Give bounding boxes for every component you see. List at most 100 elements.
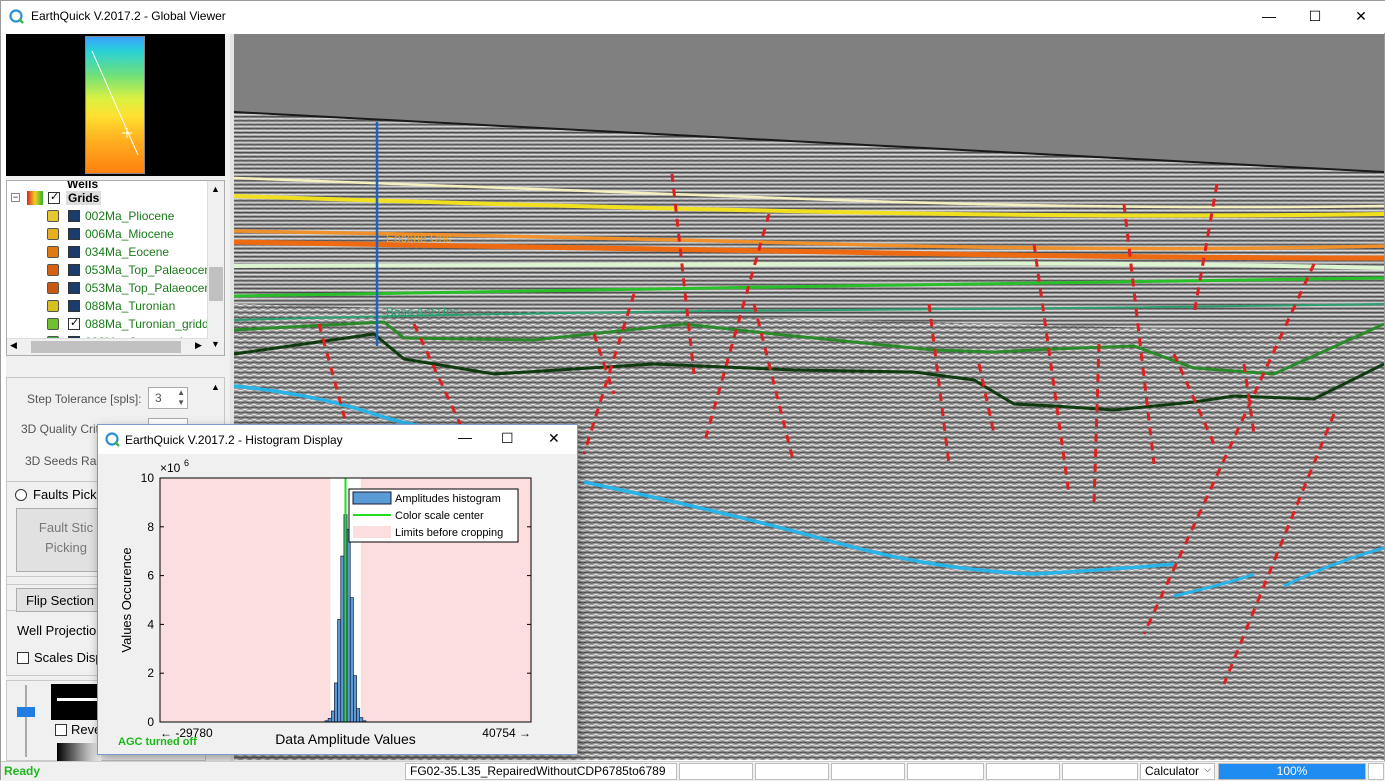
status-cell (679, 763, 753, 780)
status-cell (1368, 763, 1384, 780)
minimap-grid-image (85, 36, 145, 174)
tree-item-grids[interactable]: − Grids (7, 189, 207, 207)
close-button[interactable]: ✕ (1338, 1, 1384, 31)
grid-visibility-checkbox[interactable] (68, 264, 80, 276)
scroll-up-icon[interactable]: ▲ (211, 184, 220, 194)
grid-visibility-checkbox[interactable] (68, 282, 80, 294)
scroll-up-icon[interactable]: ▲ (211, 382, 220, 392)
tree-item-label: 034Ma_Eocene (85, 245, 170, 259)
section-line-icon (91, 50, 139, 156)
flip-section-button[interactable]: Flip Section (16, 588, 104, 612)
y-tick-label: 8 (147, 520, 154, 534)
minimize-button[interactable]: — (1246, 1, 1292, 31)
tree-item-grid[interactable]: 088Ma_Turonian_gridd (7, 315, 209, 333)
maximize-icon[interactable]: ☐ (501, 430, 514, 447)
quality-criterion-label: 3D Quality Crit (21, 422, 100, 436)
histogram-bar (359, 717, 364, 723)
progress-bar: 100% (1218, 763, 1366, 780)
scales-display-label: Scales Disp (34, 650, 103, 665)
histogram-window-title: EarthQuick V.2017.2 - Histogram Display (125, 433, 343, 447)
faults-picking-label: Faults Pick (33, 487, 97, 502)
gain-slider[interactable] (15, 685, 39, 757)
agc-status-label: AGC turned off (118, 736, 197, 748)
scroll-left-icon[interactable]: ◀ (10, 340, 17, 351)
close-icon[interactable]: ✕ (548, 430, 560, 447)
grid-cube-icon (47, 282, 59, 294)
tree-item-grid[interactable]: 034Ma_Eocene (7, 243, 207, 261)
grid-cube-icon (47, 318, 59, 330)
maximize-button[interactable]: ☐ (1292, 1, 1338, 31)
maximize-icon: ☐ (1308, 7, 1322, 24)
step-tolerance-label: Step Tolerance [spls]: (27, 392, 142, 406)
y-tick-label: 2 (147, 666, 154, 680)
spin-down-icon[interactable]: ▼ (177, 398, 185, 407)
y-tick-label: 10 (141, 471, 155, 485)
tree-item-label: 053Ma_Top_Palaeocene (85, 281, 218, 295)
faults-radio[interactable] (15, 489, 27, 501)
calculator-label: Calculator (1145, 764, 1200, 778)
tree-item-grid[interactable]: 088Ma_Turonian (7, 297, 207, 315)
scroll-thumb[interactable] (31, 341, 181, 353)
tree-item-label: 088Ma_Turonian_gridd (85, 317, 209, 331)
reverse-checkbox[interactable] (55, 724, 67, 736)
calculator-dropdown[interactable]: Calculator ⌵ (1140, 763, 1215, 780)
spin-up-icon[interactable]: ▲ (177, 388, 185, 397)
ready-status: Ready (4, 764, 41, 778)
y-multiplier-label: ×10 (160, 461, 181, 475)
histogram-dialog[interactable]: EarthQuick V.2017.2 - Histogram Display … (97, 424, 578, 755)
y-tick-label: 6 (147, 569, 154, 583)
grids-checkbox[interactable] (48, 190, 60, 204)
earthquick-logo-icon (105, 432, 120, 447)
grid-visibility-checkbox[interactable] (68, 300, 80, 312)
grid-cube-icon (47, 300, 59, 312)
tree-item-grid[interactable]: 006Ma_Miocene (7, 225, 207, 243)
status-cell (1062, 763, 1138, 780)
collapse-icon[interactable]: − (11, 193, 20, 202)
grayscale-colormap[interactable] (57, 743, 101, 761)
grid-visibility-checkbox[interactable] (68, 316, 80, 330)
grid-cube-icon (47, 264, 59, 276)
tree-horizontal-scrollbar[interactable]: ◀ ▶ (7, 338, 208, 355)
minimize-icon[interactable]: — (458, 429, 472, 445)
tree-item-label: 006Ma_Miocene (85, 227, 174, 241)
horizon-label: Base Apt Unc (386, 305, 459, 319)
minimize-icon: — (1262, 8, 1276, 24)
close-icon: ✕ (1355, 7, 1367, 24)
status-cell (755, 763, 829, 780)
x-max-label: 40754 → (482, 726, 531, 740)
scales-display-checkbox[interactable] (17, 652, 29, 664)
grid-visibility-checkbox[interactable] (68, 246, 80, 258)
tree-vertical-scrollbar[interactable]: ▲ ▼ (207, 181, 224, 355)
legend-label: Limits before cropping (395, 527, 503, 539)
y-tick-label: 0 (147, 715, 154, 729)
grid-cube-icon (47, 210, 59, 222)
legend-label: Color scale center (395, 510, 484, 522)
legend-swatch-crop (353, 526, 391, 538)
x-axis-label: Data Amplitude Values (275, 731, 416, 747)
histogram-bar (330, 710, 335, 723)
status-cell (986, 763, 1060, 780)
grid-cube-icon (47, 246, 59, 258)
tree-item-label: 002Ma_Pliocene (85, 209, 175, 223)
legend-swatch-histogram (352, 491, 392, 505)
step-tolerance-spinner[interactable]: 3 ▲ ▼ (148, 387, 188, 409)
grid-visibility-checkbox[interactable] (68, 210, 80, 222)
histogram-bar (334, 682, 338, 723)
scroll-thumb[interactable] (209, 267, 223, 301)
histogram-bar (353, 675, 357, 723)
scroll-down-icon[interactable]: ▼ (211, 339, 220, 349)
histogram-chart[interactable]: 0246810×10 6Values OccurenceData Amplitud… (98, 454, 577, 754)
minimap[interactable] (6, 34, 225, 176)
title-bar: EarthQuick V.2017.2 - Global Viewer — ☐ … (1, 1, 1385, 33)
tree-item-grid[interactable]: 053Ma_Top_Palaeocene (7, 261, 218, 279)
status-cell (907, 763, 984, 780)
scroll-right-icon[interactable]: ▶ (195, 340, 202, 351)
histogram-bar (327, 717, 332, 723)
histogram-title-bar[interactable]: EarthQuick V.2017.2 - Histogram Display … (98, 425, 577, 454)
grid-visibility-checkbox[interactable] (68, 228, 80, 240)
slider-handle[interactable] (17, 707, 35, 717)
tree-item-grid[interactable]: 053Ma_Top_Palaeocene (7, 279, 218, 297)
application-window: EarthQuick V.2017.2 - Global Viewer — ☐ … (0, 0, 1385, 781)
layer-tree[interactable]: Wells − Grids 002Ma_Pliocene006Ma_Miocen… (6, 180, 225, 356)
tree-item-grid[interactable]: 002Ma_Pliocene (7, 207, 207, 225)
